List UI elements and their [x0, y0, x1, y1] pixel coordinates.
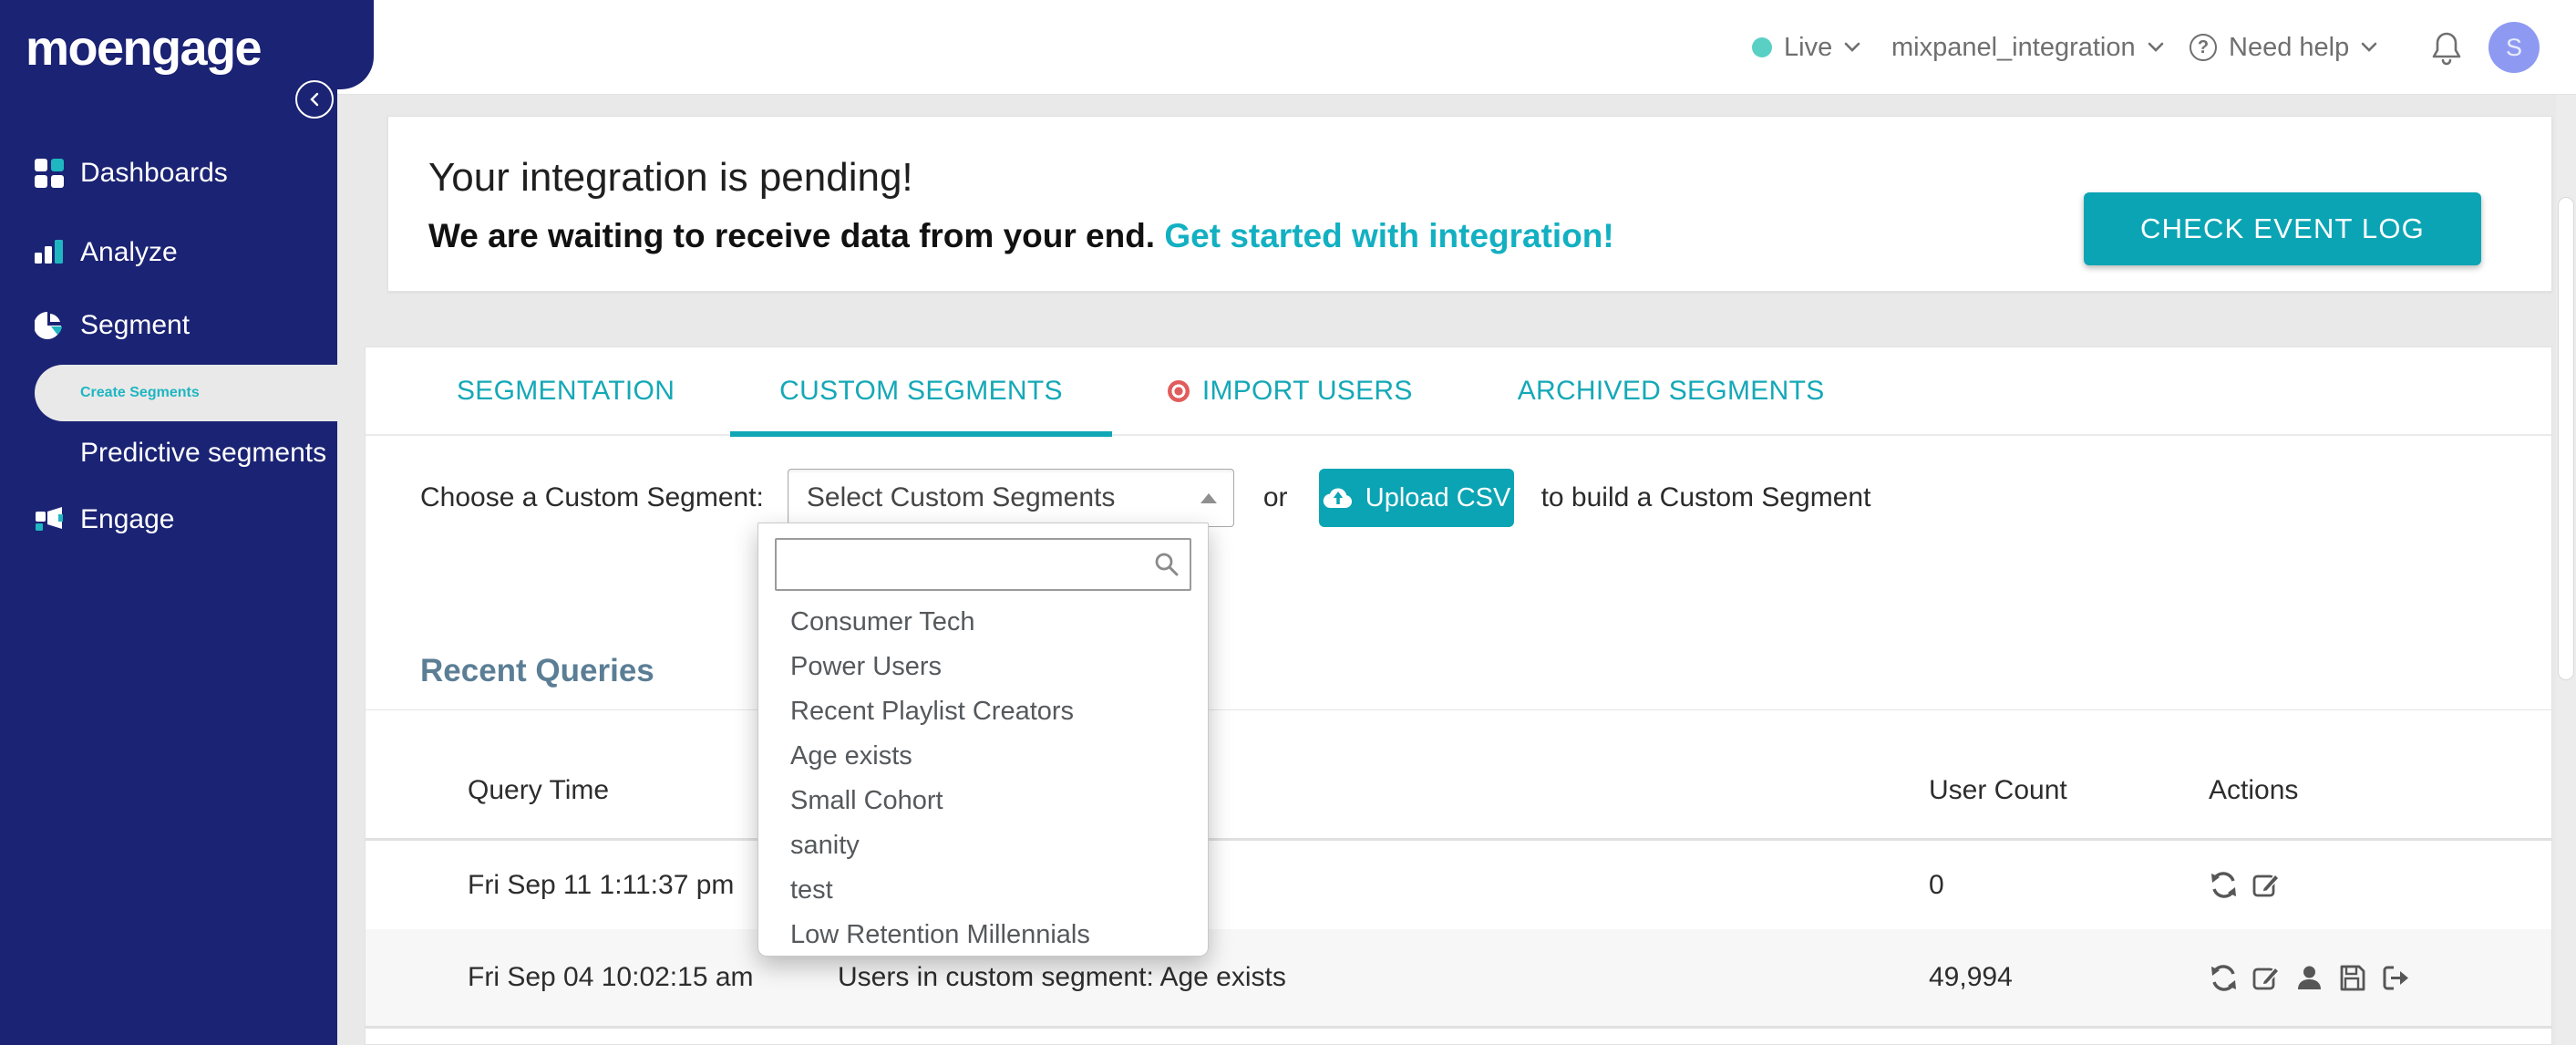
segment-option[interactable]: Small Cohort	[758, 779, 1208, 823]
column-actions: Actions	[2209, 775, 2299, 805]
chooser-suffix-text: to build a Custom Segment	[1540, 482, 1871, 512]
sidebar-item-engage[interactable]: Engage	[0, 491, 337, 549]
recent-queries-title: Recent Queries	[420, 653, 654, 688]
edit-icon[interactable]	[2251, 870, 2282, 900]
user-count-value: 0	[1929, 869, 1944, 900]
edit-icon[interactable]	[2251, 963, 2282, 993]
avatar-initial: S	[2505, 33, 2522, 61]
get-started-link[interactable]: Get started with integration!	[1164, 217, 1613, 254]
triangle-up-icon	[1200, 493, 1217, 503]
segment-option[interactable]: Power Users	[758, 645, 1208, 689]
integration-pending-banner: Your integration is pending! We are wait…	[387, 116, 2552, 292]
tab-label: ARCHIVED SEGMENTS	[1517, 375, 1825, 406]
question-circle-icon: ?	[2190, 34, 2217, 61]
custom-segment-dropdown: Consumer Tech Power Users Recent Playlis…	[757, 522, 1209, 957]
segment-option[interactable]: sanity	[758, 823, 1208, 868]
grid-icon	[35, 159, 64, 188]
chevron-down-icon	[2361, 42, 2377, 52]
select-value: Select Custom Segments	[806, 482, 1116, 512]
column-user-count: User Count	[1929, 775, 2067, 805]
tab-archived-segments[interactable]: ARCHIVED SEGMENTS	[1518, 347, 1825, 435]
refresh-icon[interactable]	[2209, 870, 2239, 900]
table-row: Fri Sep 04 10:02:15 am Users in custom s…	[366, 929, 2551, 1029]
workspace-switcher[interactable]: mixpanel_integration	[1891, 0, 2164, 95]
sidebar-item-analyze[interactable]: Analyze	[0, 223, 337, 282]
bar-chart-icon	[35, 240, 63, 264]
segment-option[interactable]: Low Retention Millennials	[758, 913, 1208, 957]
sidebar-item-segment[interactable]: Segment	[0, 296, 337, 355]
upload-csv-button[interactable]: Upload CSV	[1318, 469, 1514, 527]
notifications-bell-icon[interactable]	[2430, 30, 2463, 67]
sidebar-item-label: Segment	[80, 310, 191, 340]
query-time-value: Fri Sep 04 10:02:15 am	[468, 962, 754, 992]
user-icon[interactable]	[2294, 963, 2324, 993]
column-query-time: Query Time	[468, 775, 610, 805]
tab-custom-segments[interactable]: CUSTOM SEGMENTS	[730, 347, 1112, 437]
chevron-left-icon	[310, 92, 319, 107]
or-text: or	[1262, 482, 1288, 512]
scrollbar-track[interactable]	[2556, 95, 2576, 1045]
chevron-down-icon	[2148, 42, 2163, 52]
help-label: Need help	[2229, 32, 2350, 62]
sidebar-item-create-segments[interactable]: Create Segments	[35, 365, 337, 421]
sidebar-collapse-button[interactable]	[295, 80, 334, 119]
segment-option[interactable]: test	[758, 868, 1208, 913]
table-row: Fri Sep 11 1:11:37 pm 0	[366, 841, 2551, 929]
sidebar-item-dashboards[interactable]: Dashboards	[0, 144, 337, 202]
segment-tabs: SEGMENTATION CUSTOM SEGMENTS IMPORT USER…	[366, 347, 2551, 437]
help-menu[interactable]: ? Need help	[2190, 0, 2377, 95]
moengage-logo[interactable]: moengage	[26, 20, 263, 77]
table-header: Query Time User Count Actions	[366, 767, 2551, 814]
chooser-label: Choose a Custom Segment:	[420, 482, 764, 512]
save-icon[interactable]	[2337, 963, 2367, 993]
top-bar: Live mixpanel_integration ? Need help S	[337, 0, 2576, 95]
segment-option[interactable]: Recent Playlist Creators	[758, 689, 1208, 734]
environment-label: Live	[1784, 32, 1833, 62]
tab-label: IMPORT USERS	[1201, 375, 1413, 406]
sidebar: moengage Dashboards Analyze Segment Crea…	[0, 0, 337, 1045]
custom-segment-select[interactable]: Select Custom Segments	[787, 469, 1234, 527]
environment-switcher[interactable]: Live	[1752, 0, 1860, 95]
row-actions	[2209, 929, 2410, 1026]
tab-label: SEGMENTATION	[457, 375, 675, 406]
banner-subtitle-text: We are waiting to receive data from your…	[428, 217, 1156, 254]
segment-option[interactable]: Age exists	[758, 734, 1208, 779]
banner-title: Your integration is pending!	[428, 155, 913, 200]
tab-import-users[interactable]: IMPORT USERS	[1167, 347, 1413, 435]
sidebar-item-label: Engage	[80, 504, 175, 534]
user-count-value: 49,994	[1929, 962, 2013, 992]
sidebar-item-label: Analyze	[80, 237, 178, 267]
segment-search-input[interactable]	[775, 538, 1191, 591]
tab-segmentation[interactable]: SEGMENTATION	[457, 347, 675, 435]
query-time-value: Fri Sep 11 1:11:37 pm	[468, 869, 735, 900]
cloud-upload-icon	[1323, 488, 1352, 509]
custom-segment-chooser: Choose a Custom Segment: Select Custom S…	[366, 469, 2551, 527]
export-icon[interactable]	[2380, 963, 2410, 993]
sidebar-item-label: Create Segments	[80, 385, 200, 400]
sidebar-item-label: Predictive segments	[80, 438, 327, 468]
refresh-icon[interactable]	[2209, 963, 2239, 993]
chevron-down-icon	[1844, 42, 1860, 52]
red-ring-dot-icon	[1167, 379, 1190, 402]
workspace-name: mixpanel_integration	[1891, 32, 2136, 62]
tab-label: CUSTOM SEGMENTS	[779, 375, 1063, 406]
banner-subtitle: We are waiting to receive data from your…	[428, 217, 1614, 255]
sidebar-item-predictive-segments[interactable]: Predictive segments	[0, 424, 337, 482]
megaphone-icon	[36, 507, 63, 531]
live-status-dot	[1752, 37, 1772, 57]
segment-option[interactable]: Consumer Tech	[758, 600, 1208, 645]
user-avatar[interactable]: S	[2488, 22, 2540, 73]
divider	[366, 709, 2551, 710]
check-event-log-button[interactable]: CHECK EVENT LOG	[2084, 192, 2481, 265]
segment-options-list: Consumer Tech Power Users Recent Playlis…	[758, 600, 1208, 957]
segments-panel: SEGMENTATION CUSTOM SEGMENTS IMPORT USER…	[365, 347, 2552, 1045]
moengage-app: Live mixpanel_integration ? Need help S …	[0, 0, 2576, 1045]
search-icon	[1155, 553, 1179, 576]
row-actions	[2209, 841, 2282, 929]
pie-chart-icon	[35, 312, 62, 339]
upload-csv-label: Upload CSV	[1365, 482, 1511, 512]
scrollbar-thumb[interactable]	[2558, 197, 2574, 680]
sidebar-item-label: Dashboards	[80, 158, 228, 188]
